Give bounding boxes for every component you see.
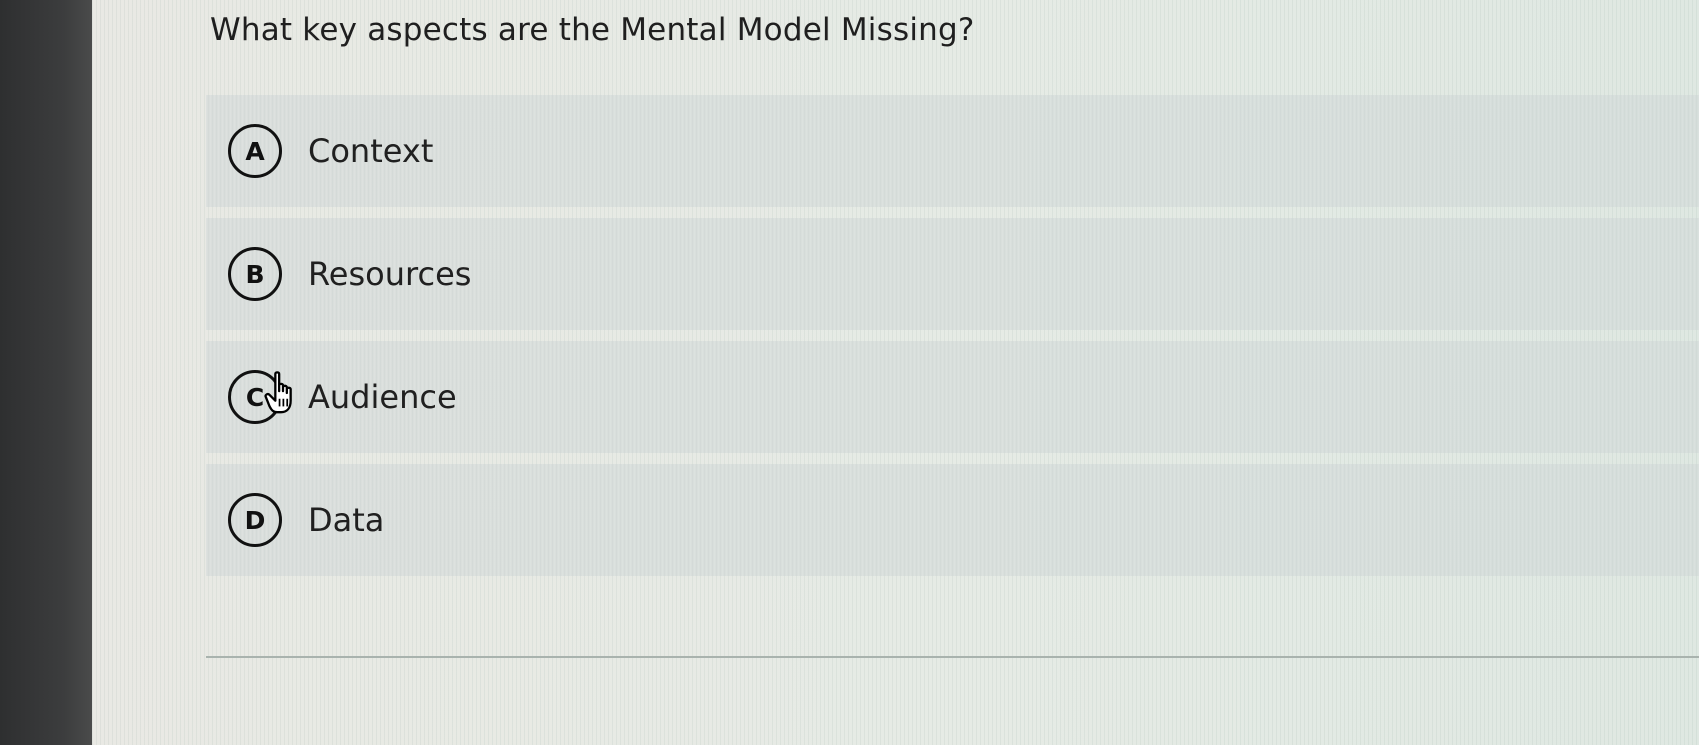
divider-line xyxy=(206,656,1699,658)
quiz-screen: What key aspects are the Mental Model Mi… xyxy=(92,0,1699,745)
option-b[interactable]: B Resources xyxy=(206,218,1699,330)
option-a-label: Context xyxy=(308,132,434,170)
option-c-label: Audience xyxy=(308,378,457,416)
option-a[interactable]: A Context xyxy=(206,95,1699,207)
option-d[interactable]: D Data xyxy=(206,464,1699,576)
option-b-letter-badge: B xyxy=(228,247,282,301)
question-text: What key aspects are the Mental Model Mi… xyxy=(210,12,975,48)
option-c-letter-badge: C xyxy=(228,370,282,424)
option-d-label: Data xyxy=(308,501,385,539)
option-b-label: Resources xyxy=(308,255,472,293)
answer-options: A Context B Resources C Audience D Data xyxy=(206,95,1699,576)
option-d-letter-badge: D xyxy=(228,493,282,547)
option-a-letter-badge: A xyxy=(228,124,282,178)
monitor-bezel xyxy=(0,0,92,745)
option-c[interactable]: C Audience xyxy=(206,341,1699,453)
